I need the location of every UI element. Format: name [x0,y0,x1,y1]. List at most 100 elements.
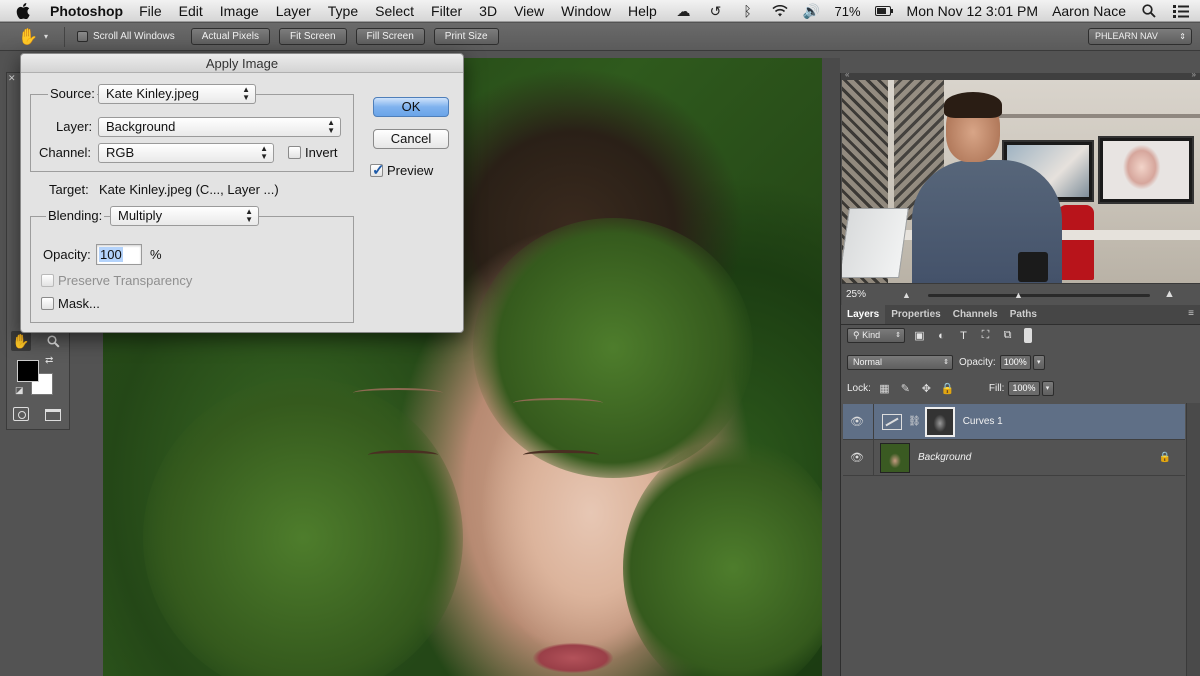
menu-window[interactable]: Window [561,3,611,19]
navigator-collapse-icon[interactable]: » [1192,70,1196,79]
hand-tool-preset-icon[interactable]: ✋ [18,27,40,47]
preview-checkbox[interactable]: ✓ [370,162,385,179]
blend-mode-select[interactable]: Normal ⇕ [847,355,953,370]
scroll-all-windows-checkbox[interactable] [77,31,89,42]
zoom-tool-icon[interactable] [43,331,63,351]
layer-name[interactable]: Background [918,452,971,463]
layer-mask-thumbnail[interactable] [924,406,955,437]
bluetooth-icon[interactable]: ᛒ [739,3,757,19]
workspace-switcher[interactable]: PHLEARN NAV ⇕ [1088,28,1192,45]
battery-percent[interactable]: 71% [835,4,861,19]
fill-dropdown-icon[interactable]: ▾ [1041,381,1054,396]
visibility-eye-icon[interactable]: 👁 [847,415,867,428]
zoom-slider-track[interactable] [928,294,1150,297]
invert-checkbox[interactable] [288,146,301,159]
filter-toggle-icon[interactable] [1024,328,1032,343]
source-select[interactable]: Kate Kinley.jpeg ▲ ▼ [98,84,256,104]
visibility-eye-icon[interactable]: 👁 [847,451,867,464]
navigator-panel: « » 25% ▲ ▲ ▲ [840,70,1200,305]
swap-colors-icon[interactable]: ⇄ [45,355,53,366]
tools-close-icon[interactable]: ✕ [8,73,16,84]
menu-select[interactable]: Select [375,3,414,19]
screen-mode-icon[interactable] [45,409,61,421]
menu-layer[interactable]: Layer [276,3,311,19]
menu-file[interactable]: File [139,3,162,19]
tool-preset-dropdown-icon[interactable]: ▾ [44,32,48,41]
tab-paths[interactable]: Paths [1004,305,1043,324]
print-size-button[interactable]: Print Size [433,28,499,45]
checkmark-icon: ✓ [372,162,385,179]
lock-transparent-icon[interactable]: ▦ [877,382,892,395]
menu-3d[interactable]: 3D [479,3,497,19]
navigator-close-icon[interactable]: « [845,70,849,79]
lock-position-icon[interactable]: ✥ [919,382,934,395]
filter-adjustment-icon[interactable]: ◐ [934,328,949,343]
filter-smart-object-icon[interactable]: ⧉ [1000,328,1015,343]
menu-image[interactable]: Image [220,3,259,19]
volume-icon[interactable]: 🔊 [803,3,821,19]
fit-screen-button[interactable]: Fit Screen [278,28,347,45]
spotlight-search-icon[interactable] [1140,3,1158,19]
mask-checkbox[interactable] [41,297,54,310]
navigator-zoom-value[interactable]: 25% [846,289,866,300]
layer-row-background[interactable]: 👁 Background 🔒 [843,439,1185,476]
filter-kind-value: Kind [862,330,881,340]
layer-row-curves[interactable]: 👁 ⛓ Curves 1 [843,403,1185,440]
tab-layers[interactable]: Layers [841,305,886,324]
lock-image-icon[interactable]: ✎ [898,382,913,395]
app-name-menu[interactable]: Photoshop [50,3,123,19]
time-machine-icon[interactable]: ↺ [707,3,725,19]
tab-properties[interactable]: Properties [885,305,946,324]
menu-filter[interactable]: Filter [431,3,462,19]
notification-center-icon[interactable] [1172,3,1190,19]
quick-mask-icon[interactable] [13,407,29,421]
blending-select[interactable]: Multiply ▲ ▼ [110,206,259,226]
menu-edit[interactable]: Edit [179,3,203,19]
filter-type-icon[interactable]: T [956,328,971,343]
zoom-in-icon[interactable]: ▲ [1164,288,1175,300]
layers-scrollbar[interactable] [1186,403,1200,676]
panel-menu-icon[interactable]: ≡ [1188,308,1194,319]
opacity-input[interactable]: 100 [96,244,142,265]
menu-type[interactable]: Type [328,3,358,19]
invert-label[interactable]: Invert [305,145,338,160]
channel-select[interactable]: RGB ▲ ▼ [98,143,274,163]
zoom-out-icon[interactable]: ▲ [902,290,911,300]
select-arrows-icon: ▲ ▼ [327,118,335,135]
navigator-preview[interactable] [842,80,1200,283]
menu-view[interactable]: View [514,3,544,19]
apple-menu-icon[interactable] [16,2,38,19]
actual-pixels-button[interactable]: Actual Pixels [190,28,270,45]
preserve-transparency-checkbox[interactable] [41,274,54,287]
cancel-button[interactable]: Cancel [373,129,449,149]
clock[interactable]: Mon Nov 12 3:01 PM [907,3,1039,19]
layer-name[interactable]: Curves 1 [963,416,1003,427]
filter-shape-icon[interactable]: ⛶ [978,328,993,343]
ok-button[interactable]: OK [373,97,449,117]
tab-channels[interactable]: Channels [947,305,1004,324]
wifi-icon[interactable] [771,3,789,19]
menu-help[interactable]: Help [628,3,657,19]
preserve-transparency-label[interactable]: Preserve Transparency [58,273,192,288]
layer-select[interactable]: Background ▲ ▼ [98,117,341,137]
hand-tool-icon[interactable]: ✋ [11,331,31,351]
battery-icon[interactable] [874,3,893,19]
filter-kind-select[interactable]: ⚲ Kind ⇕ [847,328,905,343]
mask-label[interactable]: Mask... [58,296,100,311]
layer-thumbnail[interactable] [880,442,910,473]
user-name[interactable]: Aaron Nace [1052,3,1126,19]
preview-label[interactable]: Preview [387,163,433,178]
zoom-slider-thumb[interactable]: ▲ [1014,290,1023,300]
cloud-icon[interactable]: ☁ [675,3,693,19]
fill-input[interactable]: 100% [1008,381,1040,396]
vertical-scrollbar[interactable] [822,58,840,676]
default-colors-icon[interactable]: ◪ [15,385,24,396]
lock-all-icon[interactable]: 🔒 [940,382,955,395]
opacity-dropdown-icon[interactable]: ▾ [1032,355,1045,370]
dialog-title[interactable]: Apply Image [21,54,463,73]
mask-link-icon[interactable]: ⛓ [908,416,921,427]
fill-screen-button[interactable]: Fill Screen [355,28,425,45]
layer-opacity-input[interactable]: 100% [999,355,1031,370]
foreground-color-swatch[interactable] [17,360,39,382]
filter-pixel-icon[interactable]: ▣ [912,328,927,343]
